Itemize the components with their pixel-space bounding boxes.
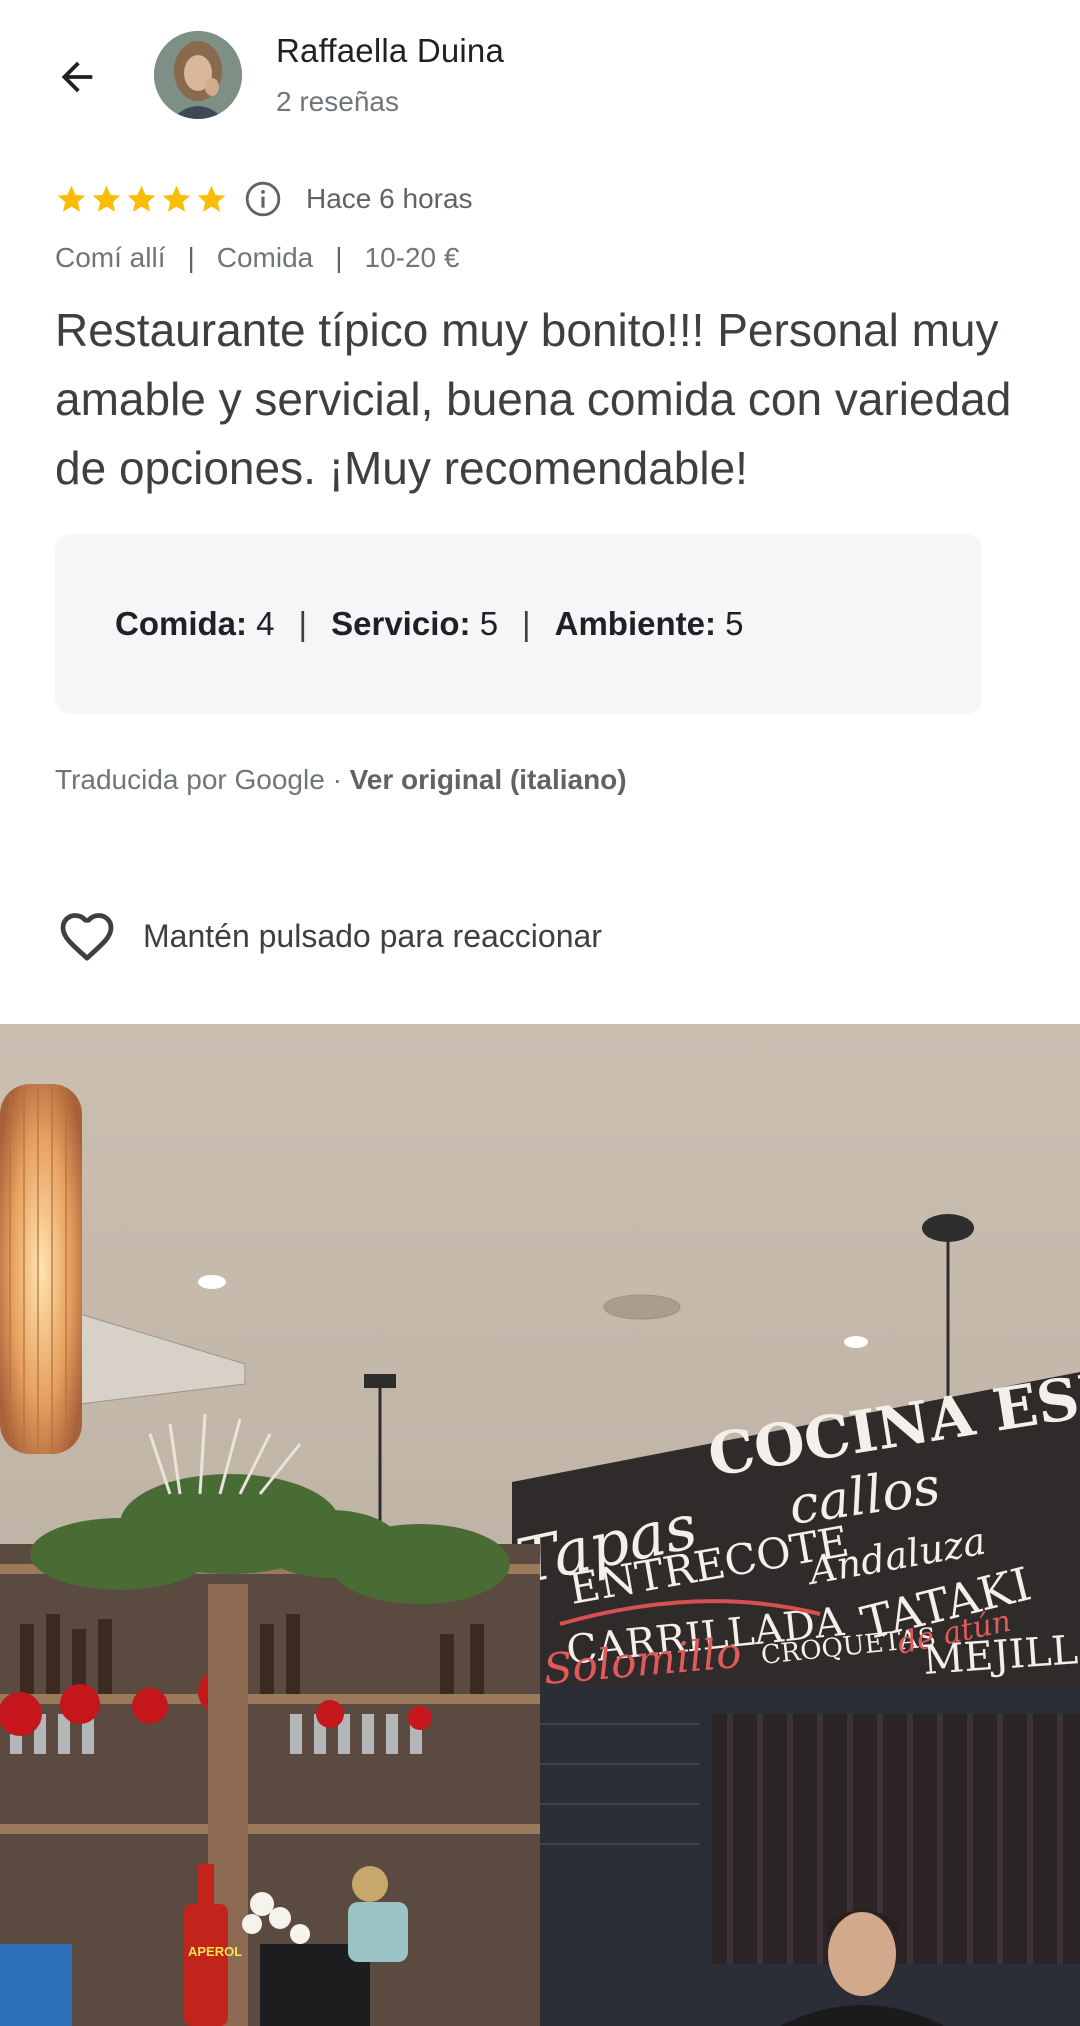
sub-rating-value: 4 — [256, 605, 275, 642]
avatar-image — [154, 31, 242, 119]
separator: | — [522, 605, 531, 642]
star-icon — [162, 185, 191, 212]
separator: | — [298, 605, 308, 642]
visit-category: Comida — [216, 242, 314, 273]
sub-ratings-box: Comida: 4 | Servicio: 5 | Ambiente: 5 — [55, 534, 982, 714]
sub-rating-value: 5 — [479, 605, 499, 642]
star-icon — [197, 185, 226, 212]
star-icon — [127, 185, 156, 212]
author-review-count: 2 reseñas — [276, 86, 399, 117]
translated-by: Traducida por Google · — [55, 764, 350, 795]
sub-rating-label: Servicio: — [331, 605, 471, 642]
translation-note: Traducida por Google · Ver original (ita… — [55, 764, 627, 796]
star-rating — [55, 183, 228, 216]
back-button[interactable] — [44, 44, 110, 110]
review-detail-screen: Raffaella Duina 2 reseñas Hace 6 horas C… — [0, 0, 1080, 2026]
review-time: Hace 6 horas — [306, 183, 473, 214]
avatar[interactable] — [154, 31, 242, 119]
star-icon — [92, 185, 121, 212]
review-text: Restaurante típico muy bonito!!! Persona… — [55, 304, 1012, 494]
visit-price: 10-20 € — [364, 242, 460, 273]
separator: | — [335, 242, 343, 273]
visit-type: Comí allí — [55, 242, 166, 273]
review-photo[interactable]: COCINA ESPA Tapas ENTRECOTE CARRILLADA C… — [0, 1024, 1080, 2026]
sub-rating-label: Comida: — [115, 605, 247, 642]
separator: | — [187, 242, 195, 273]
heart-icon — [60, 913, 114, 961]
rating-row: Hace 6 horas — [55, 176, 473, 222]
visit-details: Comí allí | Comida | 10-20 € — [55, 242, 459, 274]
react-label: Mantén pulsado para reaccionar — [143, 917, 602, 954]
see-original-link[interactable]: Ver original (italiano) — [350, 764, 627, 795]
bottle-label: APEROL — [188, 1944, 242, 1959]
arrow-back-icon — [61, 61, 93, 93]
sub-rating-label: Ambiente: — [554, 605, 716, 642]
sub-rating-value: 5 — [725, 605, 744, 642]
restaurant-interior-image: COCINA ESPA Tapas ENTRECOTE CARRILLADA C… — [0, 1024, 1080, 2026]
author-name[interactable]: Raffaella Duina — [276, 32, 504, 70]
star-icon — [57, 185, 86, 212]
react-button[interactable]: Mantén pulsado para reaccionar — [55, 904, 602, 968]
info-icon[interactable] — [244, 180, 282, 218]
